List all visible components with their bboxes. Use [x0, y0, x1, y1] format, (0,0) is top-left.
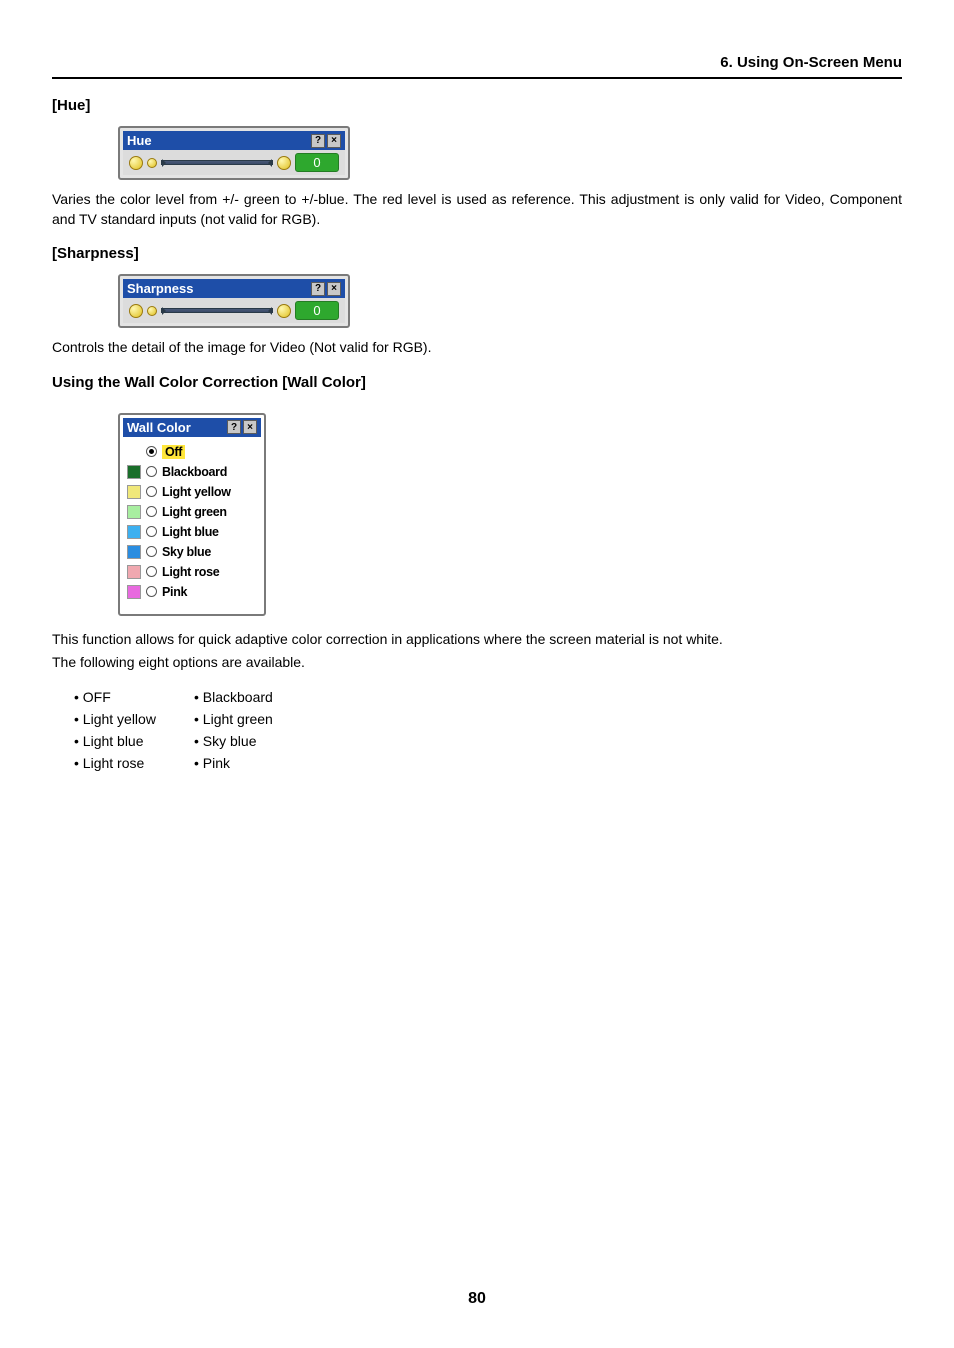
wall-color-option-label: Light blue [162, 525, 219, 539]
list-item: • Light rose [74, 755, 194, 771]
wall-color-option-label: Light yellow [162, 485, 231, 499]
decrease-button-icon[interactable] [129, 304, 143, 318]
slider-left-icon [147, 306, 157, 316]
increase-button-icon[interactable] [277, 304, 291, 318]
radio-icon[interactable] [146, 466, 157, 477]
sharpness-slider-track[interactable] [161, 308, 273, 313]
list-item: • Pink [194, 755, 334, 771]
sharpness-panel-title: Sharpness [127, 281, 193, 296]
wall-color-option[interactable]: Off [127, 445, 253, 459]
sharpness-value: 0 [295, 301, 339, 320]
wall-color-option[interactable]: Blackboard [127, 465, 253, 479]
decrease-button-icon[interactable] [129, 156, 143, 170]
list-item: • Light blue [74, 733, 194, 749]
wall-color-option-label: Off [162, 445, 185, 459]
radio-icon[interactable] [146, 526, 157, 537]
chapter-header: 6. Using On-Screen Menu [52, 50, 902, 79]
radio-icon[interactable] [146, 546, 157, 557]
hue-panel-title: Hue [127, 133, 152, 148]
list-item: • Sky blue [194, 733, 334, 749]
wall-color-option[interactable]: Sky blue [127, 545, 253, 559]
color-swatch-icon [127, 505, 141, 519]
hue-slider-track[interactable] [161, 160, 273, 165]
wall-color-option[interactable]: Light blue [127, 525, 253, 539]
hue-value: 0 [295, 153, 339, 172]
wall-color-option[interactable]: Pink [127, 585, 253, 599]
wall-color-heading: Using the Wall Color Correction [Wall Co… [52, 374, 902, 391]
color-swatch-icon [127, 485, 141, 499]
page-number: 80 [0, 1290, 954, 1308]
radio-icon[interactable] [146, 506, 157, 517]
list-item: • OFF [74, 689, 194, 705]
color-swatch-icon [127, 525, 141, 539]
radio-icon[interactable] [146, 446, 157, 457]
close-icon[interactable]: × [243, 420, 257, 434]
wall-color-option-label: Pink [162, 585, 187, 599]
wall-color-option[interactable]: Light yellow [127, 485, 253, 499]
wall-color-option-label: Sky blue [162, 545, 211, 559]
color-swatch-icon [127, 565, 141, 579]
radio-icon[interactable] [146, 586, 157, 597]
wall-color-panel-title: Wall Color [127, 420, 191, 435]
wall-color-description-2: The following eight options are availabl… [52, 653, 902, 673]
hue-slider-panel: Hue ? × 0 [118, 126, 350, 180]
increase-button-icon[interactable] [277, 156, 291, 170]
wall-color-panel: Wall Color ? × Off Blackboard Light yellow… [118, 413, 266, 616]
list-item: • Light green [194, 711, 334, 727]
list-item: • Blackboard [194, 689, 334, 705]
hue-description: Varies the color level from +/- green to… [52, 190, 902, 229]
wall-color-option[interactable]: Light green [127, 505, 253, 519]
slider-left-icon [147, 158, 157, 168]
radio-icon[interactable] [146, 486, 157, 497]
wall-color-options-list: • OFF• Blackboard• Light yellow• Light g… [74, 689, 902, 771]
sharpness-slider-panel: Sharpness ? × 0 [118, 274, 350, 328]
color-swatch-icon [127, 585, 141, 599]
wall-color-option-label: Blackboard [162, 465, 227, 479]
help-icon[interactable]: ? [227, 420, 241, 434]
wall-color-option-label: Light green [162, 505, 227, 519]
wall-color-description-1: This function allows for quick adaptive … [52, 630, 902, 650]
wall-color-option[interactable]: Light rose [127, 565, 253, 579]
help-icon[interactable]: ? [311, 134, 325, 148]
color-swatch-icon [127, 465, 141, 479]
color-swatch-icon [127, 545, 141, 559]
hue-heading: [Hue] [52, 97, 902, 114]
sharpness-heading: [Sharpness] [52, 245, 902, 262]
radio-icon[interactable] [146, 566, 157, 577]
close-icon[interactable]: × [327, 134, 341, 148]
help-icon[interactable]: ? [311, 282, 325, 296]
close-icon[interactable]: × [327, 282, 341, 296]
sharpness-description: Controls the detail of the image for Vid… [52, 338, 902, 358]
wall-color-option-label: Light rose [162, 565, 219, 579]
list-item: • Light yellow [74, 711, 194, 727]
